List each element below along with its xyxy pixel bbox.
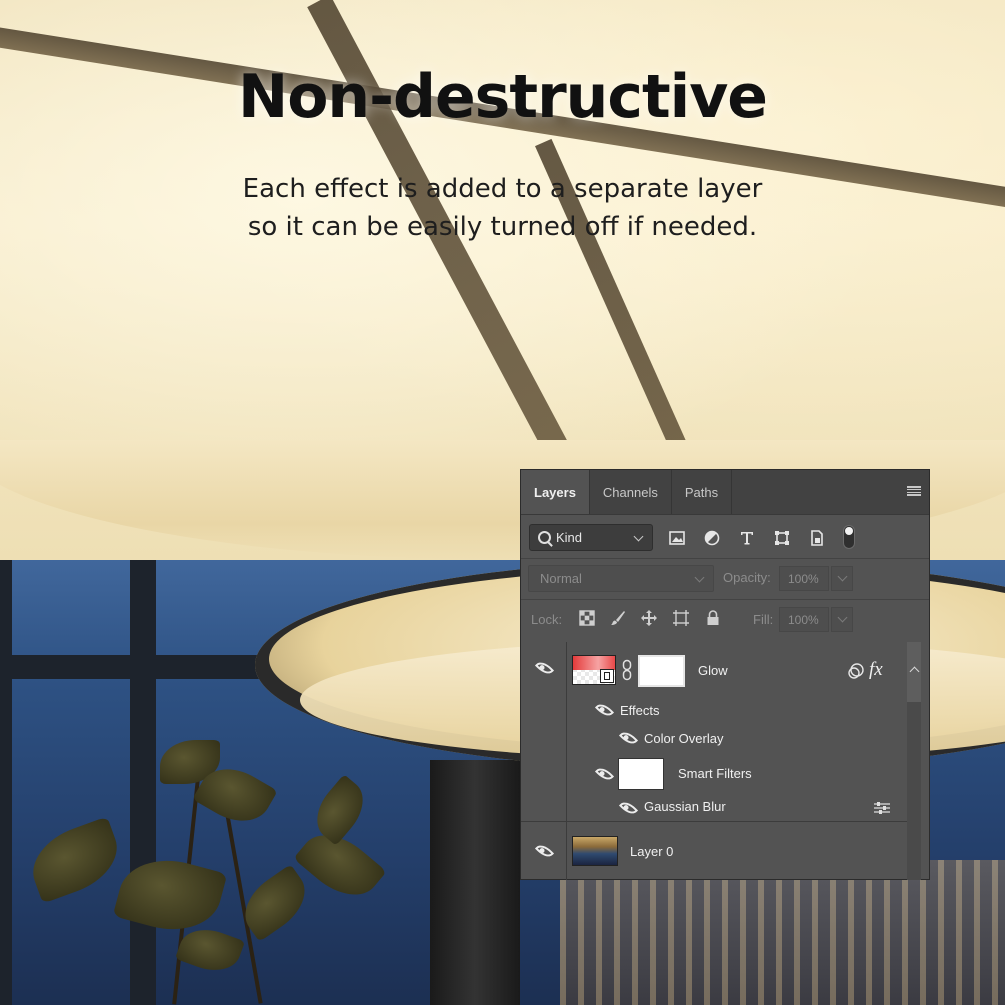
shape-filter-icon[interactable] (774, 530, 790, 546)
tab-channels[interactable]: Channels (590, 470, 672, 514)
artboard-icon[interactable] (673, 610, 689, 626)
thumbnail-glow-fill (573, 656, 615, 670)
fill-dropdown-button[interactable] (831, 607, 853, 632)
layer-row-gaussian-blur[interactable]: Gaussian Blur (521, 794, 907, 822)
headline-title: Non-destructive (237, 62, 768, 132)
adjustment-filter-icon[interactable] (704, 530, 720, 546)
layers-panel: Layers Channels Paths Kind Normal Opacit… (520, 469, 930, 880)
chevron-down-icon (633, 531, 644, 542)
subtitle-line-2: so it can be easily turned off if needed… (247, 212, 758, 242)
chevron-down-icon (694, 572, 705, 583)
lock-transparent-pixels-icon[interactable] (579, 610, 595, 626)
smart-object-badge-shape (604, 672, 610, 680)
panel-divider (521, 558, 929, 559)
smart-filter-mask-thumbnail[interactable] (618, 758, 664, 790)
fill-label: Fill: (753, 612, 774, 627)
smart-object-filter-icon[interactable] (809, 530, 825, 546)
panel-divider (521, 599, 929, 600)
headline-subtitle: Each effect is added to a separate layer… (0, 170, 1005, 246)
visibility-eye-icon[interactable] (594, 700, 615, 720)
window-frame (0, 500, 12, 1005)
image-filter-icon[interactable] (669, 530, 685, 546)
scrollbar-thumb[interactable] (907, 642, 921, 702)
layer-thumbnail (572, 836, 618, 866)
opacity-dropdown-button[interactable] (831, 566, 853, 591)
visibility-eye-icon[interactable] (618, 798, 639, 818)
lock-icon[interactable] (705, 610, 721, 626)
layer-thumbnail (572, 655, 616, 685)
blend-mode-select[interactable]: Normal (528, 565, 714, 592)
layer-filter-row: Kind (521, 522, 929, 554)
layer-name-glow[interactable]: Glow (698, 663, 728, 678)
effects-label: Effects (620, 703, 660, 718)
layer-row-glow[interactable]: Glow fx (521, 642, 907, 694)
kind-filter-label: Kind (556, 530, 583, 545)
tab-layers[interactable]: Layers (521, 470, 590, 514)
layer-row-layer-0[interactable]: Layer 0 (521, 822, 907, 878)
opacity-field[interactable]: 100% (779, 566, 829, 591)
visibility-eye-icon[interactable] (618, 728, 639, 748)
smart-filters-label: Smart Filters (678, 766, 752, 781)
panel-menu-icon[interactable] (907, 486, 921, 496)
blend-row: Normal Opacity: 100% (521, 565, 929, 593)
smart-object-badge-icon (600, 669, 614, 683)
layer-row-smart-filters[interactable]: Smart Filters (521, 754, 907, 794)
filter-mask-icon[interactable] (847, 662, 865, 680)
fx-badge-icon[interactable]: fx (869, 659, 883, 681)
filter-blending-options-icon[interactable] (873, 801, 891, 815)
visibility-eye-icon[interactable] (534, 841, 555, 861)
gaussian-blur-label: Gaussian Blur (644, 799, 726, 814)
tab-paths[interactable]: Paths (672, 470, 733, 514)
move-icon[interactable] (641, 610, 657, 626)
search-icon (538, 531, 551, 544)
chevron-down-icon (837, 612, 848, 623)
city-buildings (560, 860, 1005, 1005)
filter-toggle-switch[interactable] (843, 525, 855, 549)
color-overlay-label: Color Overlay (644, 731, 724, 746)
lock-label: Lock: (531, 612, 563, 627)
window-frame (130, 520, 156, 1005)
blend-mode-value: Normal (540, 571, 582, 586)
visibility-eye-icon[interactable] (534, 658, 555, 678)
kind-filter-select[interactable]: Kind (529, 524, 653, 551)
layer-row-effects[interactable]: Effects (521, 694, 907, 724)
layer-mask-thumbnail[interactable] (638, 655, 685, 687)
type-filter-icon[interactable] (739, 530, 755, 546)
visibility-eye-icon[interactable] (594, 764, 615, 784)
panel-tab-bar: Layers Channels Paths (521, 470, 929, 515)
mask-link-icon[interactable] (622, 659, 632, 681)
brush-icon[interactable] (610, 610, 626, 626)
layer-row-color-overlay[interactable]: Color Overlay (521, 724, 907, 752)
fill-field[interactable]: 100% (779, 607, 829, 632)
layer-name-layer-0[interactable]: Layer 0 (630, 844, 673, 859)
lock-row: Lock: Fill: 100% (521, 605, 929, 633)
pillar (430, 760, 520, 1005)
opacity-label: Opacity: (723, 570, 771, 585)
subtitle-line-1: Each effect is added to a separate layer (242, 174, 763, 204)
chevron-up-icon (909, 666, 920, 677)
chevron-down-icon (837, 571, 848, 582)
